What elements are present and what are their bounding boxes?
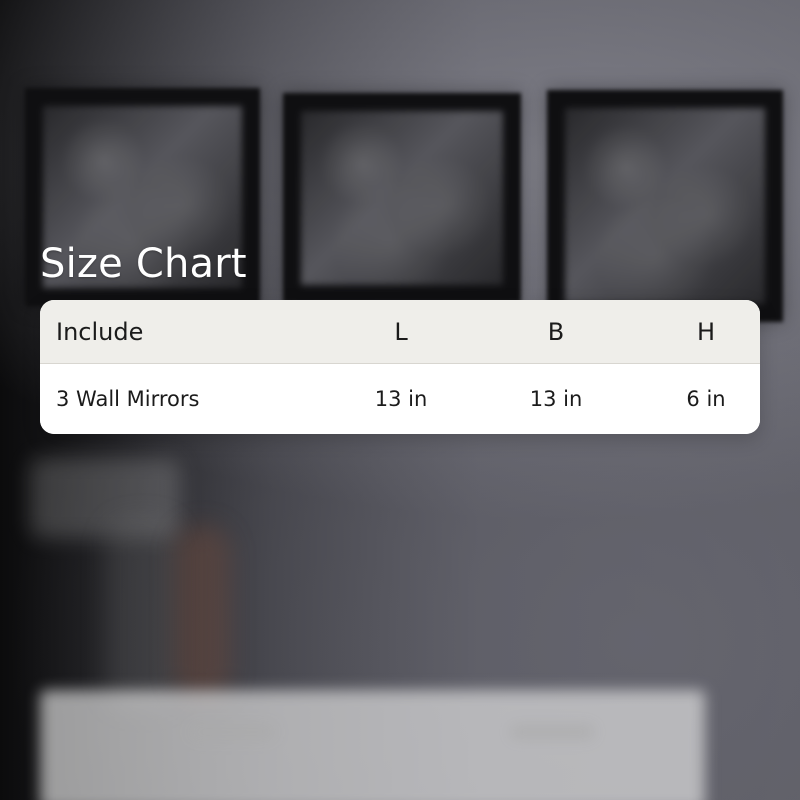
cell-breadth: 13 in [529,387,583,411]
table-row: 3 Wall Mirrors 13 in 13 in 6 in [40,364,760,434]
console-handle-left [190,725,275,739]
frame-art-right [565,108,765,304]
wall-frame-right [547,90,783,322]
cell-height: 6 in [686,387,726,411]
header-height: H [696,317,716,346]
console-table [40,690,705,800]
frame-art-middle [301,111,503,285]
cell-include: 3 Wall Mirrors [56,387,200,411]
wall-frame-middle [283,93,521,303]
table-header-row: Include L B H [40,300,760,364]
size-chart-title: Size Chart [40,241,247,287]
size-chart-table: Include L B H 3 Wall Mirrors 13 in 13 in… [40,300,760,434]
cell-length: 13 in [374,387,428,411]
lamp-base [105,518,180,708]
header-length: L [394,317,408,346]
header-breadth: B [547,317,565,346]
console-handle-right [510,725,595,739]
vase [175,525,230,700]
header-include: Include [56,317,144,346]
